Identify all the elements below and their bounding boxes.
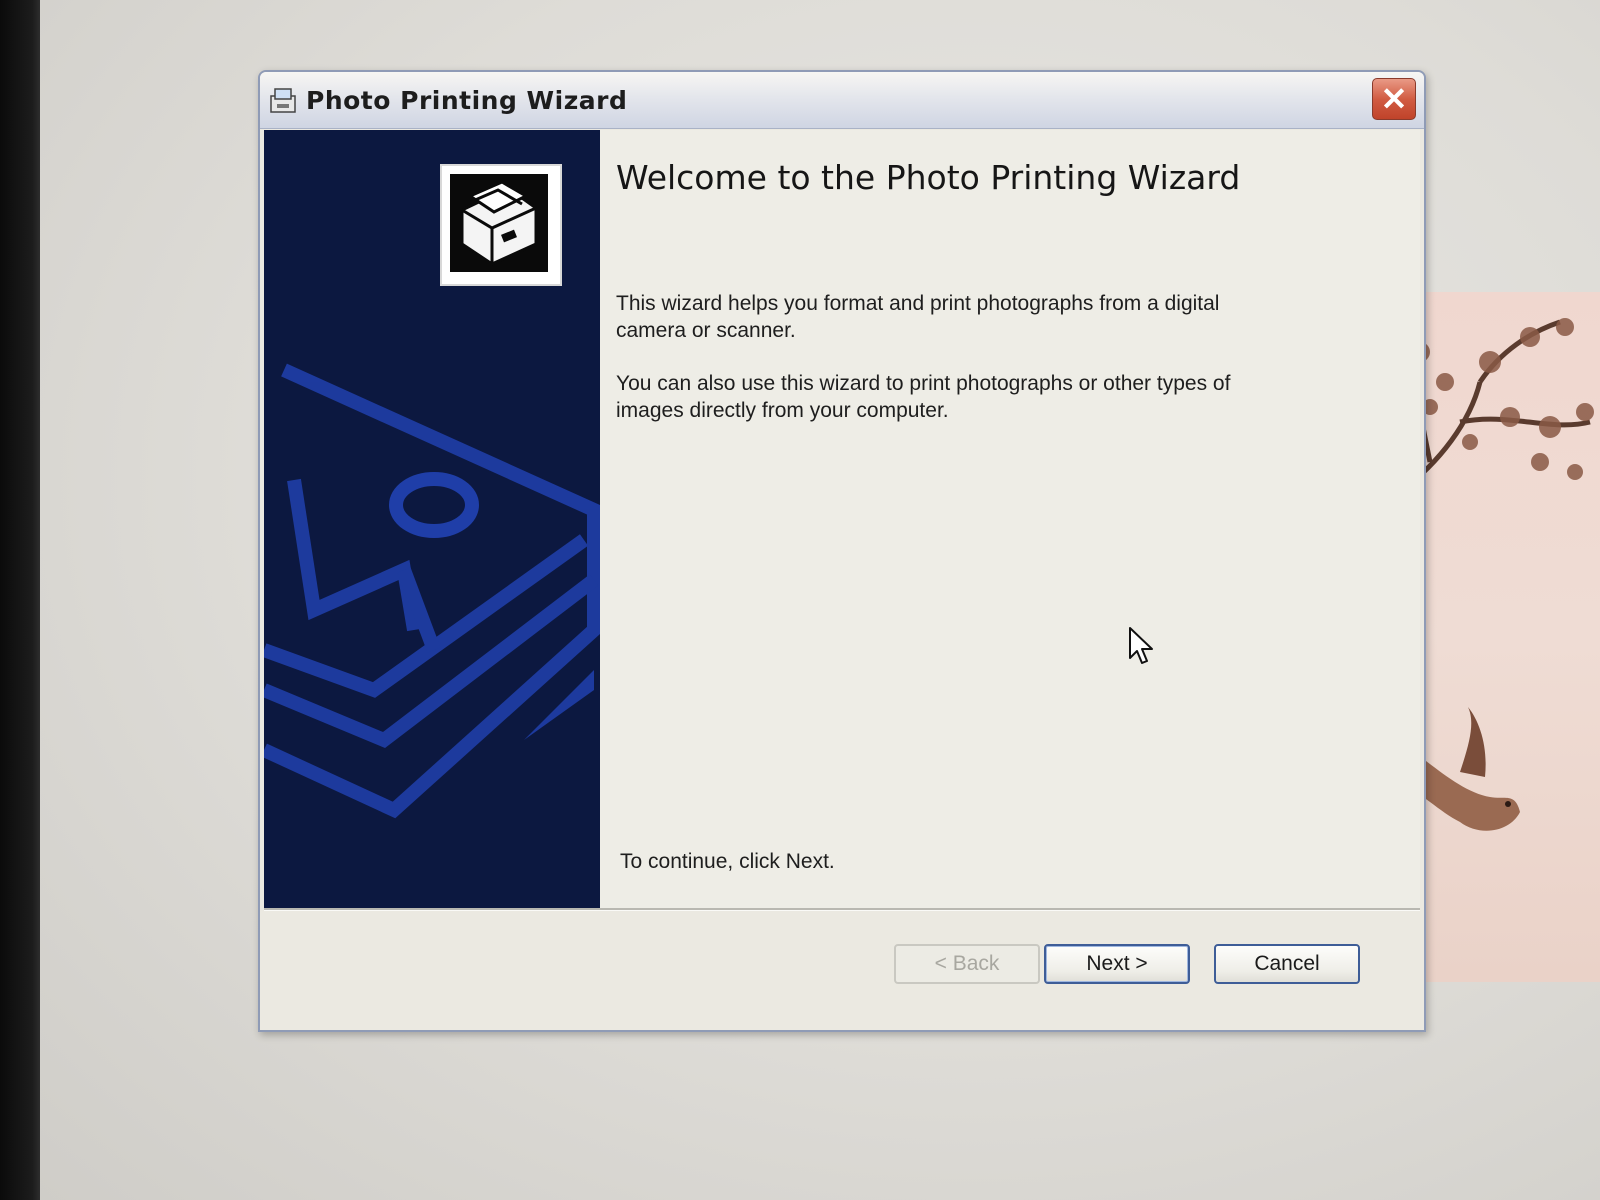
intro-paragraph: This wizard helps you format and print p…: [616, 292, 1220, 342]
photo-printer-icon: [440, 164, 562, 286]
footer-divider: [264, 908, 1420, 911]
title-bar[interactable]: Photo Printing Wizard ✕: [260, 72, 1424, 129]
welcome-heading: Welcome to the Photo Printing Wizard: [616, 158, 1241, 197]
continue-instruction: To continue, click Next.: [620, 850, 835, 873]
wizard-window: Photo Printing Wizard ✕ Welcome to the P…: [258, 70, 1426, 1032]
window-title: Photo Printing Wizard: [306, 86, 628, 115]
button-bar: < Back Next > Cancel: [264, 912, 1420, 1026]
wizard-content: Welcome to the Photo Printing Wizard Thi…: [600, 130, 1420, 908]
close-icon: ✕: [1380, 81, 1408, 117]
next-button[interactable]: Next >: [1044, 944, 1190, 984]
photo-printer-icon: [268, 86, 300, 116]
mouse-pointer-icon: [1128, 626, 1154, 671]
back-button[interactable]: < Back: [894, 944, 1040, 984]
wizard-side-banner: [264, 130, 600, 908]
secondary-paragraph: You can also use this wizard to print ph…: [616, 372, 1231, 422]
wallpaper-artwork: [1400, 292, 1600, 982]
cancel-button[interactable]: Cancel: [1214, 944, 1360, 984]
close-button[interactable]: ✕: [1372, 78, 1416, 120]
